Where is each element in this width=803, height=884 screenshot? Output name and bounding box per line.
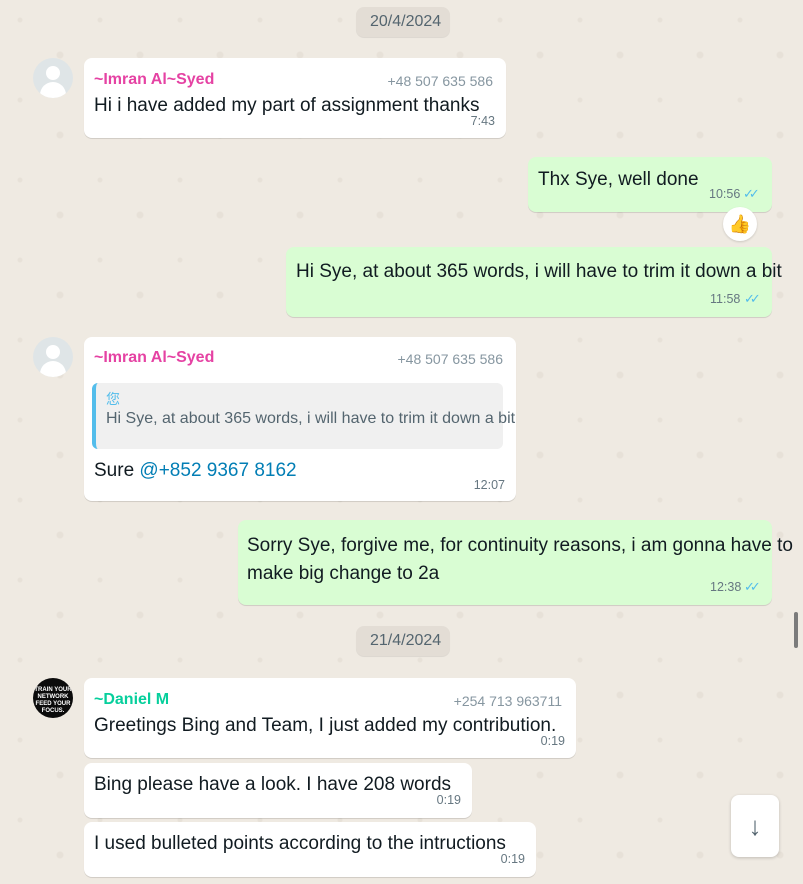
message-bubble-incoming[interactable]: Bing please have a look. I have 208 word… xyxy=(84,763,472,818)
message-text: Greetings Bing and Team, I just added my… xyxy=(94,715,557,736)
message-text-line: Sorry Sye, forgive me, for continuity re… xyxy=(247,535,793,556)
sender-phone: +254 713 963711 xyxy=(453,693,562,709)
message-bubble-outgoing[interactable]: Hi Sye, at about 365 words, i will have … xyxy=(286,247,782,317)
message-time: 11:58 xyxy=(710,292,741,306)
avatar[interactable] xyxy=(33,337,73,377)
arrow-down-icon: ↓ xyxy=(748,811,762,841)
read-receipt-icon: ✓✓ xyxy=(743,186,760,201)
message-time: 7:43 xyxy=(470,114,495,128)
sender-phone: +48 507 635 586 xyxy=(387,73,494,89)
sender-name[interactable]: ~Imran Al~Syed xyxy=(94,71,214,89)
date-separator: 20/4/2024 xyxy=(356,7,450,37)
sender-name[interactable]: ~Imran Al~Syed xyxy=(94,349,214,367)
read-receipt-icon: ✓✓ xyxy=(744,291,761,306)
quoted-message[interactable]: 您 Hi Sye, at about 365 words, i will hav… xyxy=(92,383,515,449)
message-text: Sure @+852 9367 8162 xyxy=(94,457,297,485)
scroll-to-bottom-button[interactable]: ↓ xyxy=(731,795,779,857)
read-receipt-icon: ✓✓ xyxy=(744,579,761,594)
message-text: Thx Sye, well done xyxy=(538,169,699,190)
message-text: Hi i have added my part of assignment th… xyxy=(94,95,480,116)
message-time: 12:38 xyxy=(710,580,742,594)
scrollbar[interactable] xyxy=(794,612,798,648)
mention-link[interactable]: @+852 9367 8162 xyxy=(139,460,296,481)
message-time: 10:56 xyxy=(709,187,741,201)
message-text: Bing please have a look. I have 208 word… xyxy=(94,774,452,795)
message-time: 0:19 xyxy=(436,793,461,807)
avatar[interactable] xyxy=(33,58,73,98)
avatar[interactable]: TRAIN YOUR NETWORK FEED YOUR FOCUS. xyxy=(33,678,73,718)
date-separator: 21/4/2024 xyxy=(356,626,450,656)
message-time: 0:19 xyxy=(540,734,565,748)
message-bubble-incoming[interactable]: ~Imran Al~Syed +48 507 635 586 Hi i have… xyxy=(84,58,506,138)
message-text: Hi Sye, at about 365 words, i will have … xyxy=(296,261,782,282)
chat-pane[interactable]: 20/4/2024 ~Imran Al~Syed +48 507 635 586… xyxy=(0,0,803,884)
message-text-line: make big change to 2a xyxy=(247,563,440,584)
message-time: 12:07 xyxy=(473,478,505,492)
message-bubble-outgoing[interactable]: Thx Sye, well done 10:56 ✓✓ xyxy=(528,157,772,212)
message-bubble-incoming[interactable]: ~Imran Al~Syed +48 507 635 586 您 Hi Sye,… xyxy=(84,337,516,501)
message-time: 0:19 xyxy=(500,852,525,866)
message-bubble-outgoing[interactable]: Sorry Sye, forgive me, for continuity re… xyxy=(238,520,793,605)
quote-author: 您 xyxy=(106,391,120,407)
message-text: I used bulleted points according to the … xyxy=(94,833,506,854)
message-text-prefix: Sure xyxy=(94,460,140,481)
sender-phone: +48 507 635 586 xyxy=(397,351,504,367)
message-bubble-incoming[interactable]: ~Daniel M +254 713 963711 Greetings Bing… xyxy=(84,678,576,758)
thumbs-up-reaction-icon[interactable]: 👍 xyxy=(723,207,757,241)
sender-name[interactable]: ~Daniel M xyxy=(94,691,169,709)
quote-text: Hi Sye, at about 365 words, i will have … xyxy=(106,410,516,427)
message-bubble-incoming[interactable]: I used bulleted points according to the … xyxy=(84,822,536,877)
